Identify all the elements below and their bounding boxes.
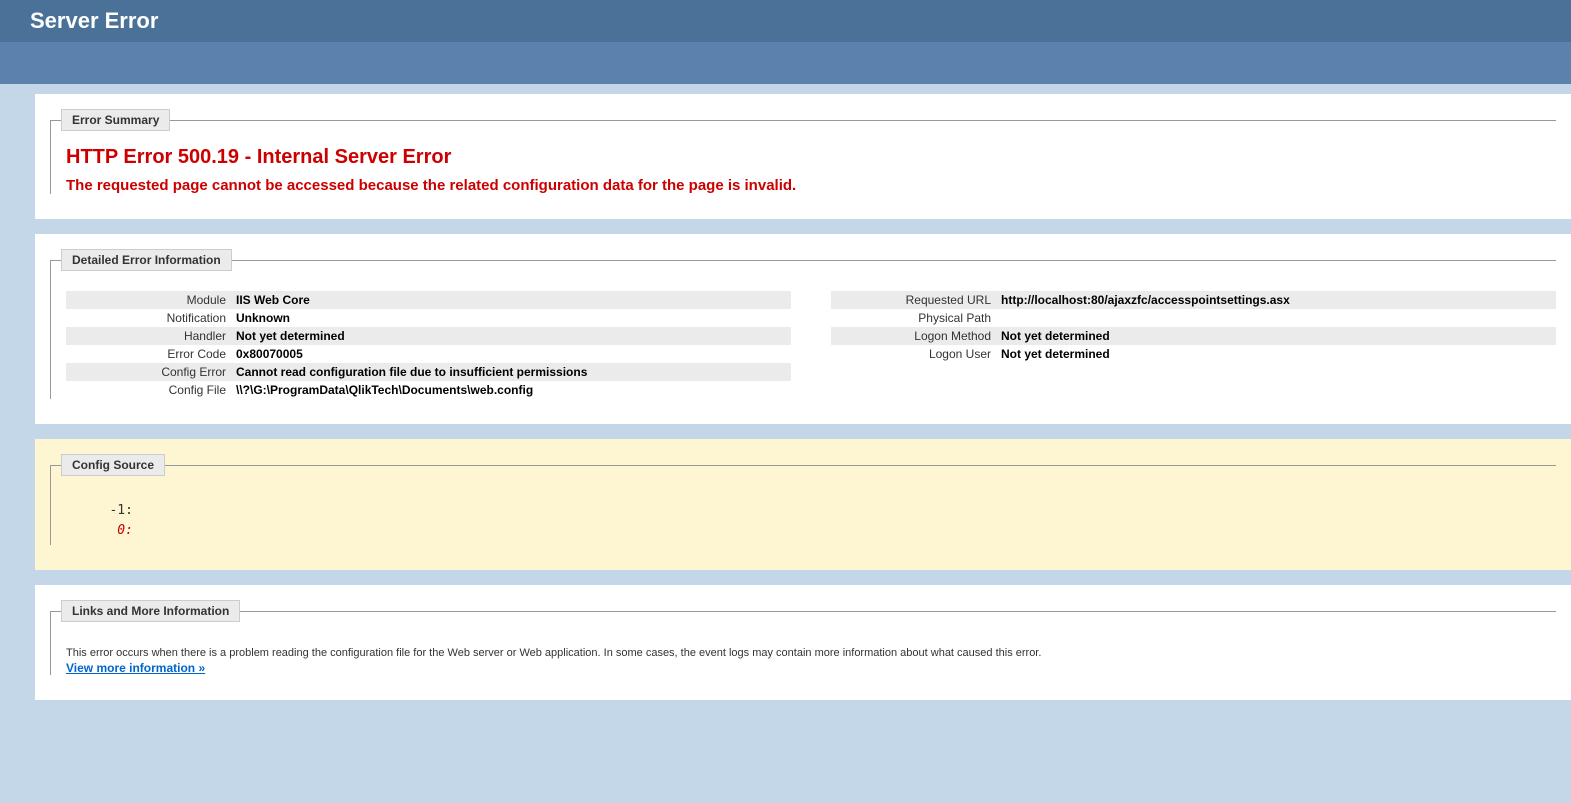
- detail-row: Logon UserNot yet determined: [831, 345, 1556, 363]
- detail-label: Notification: [66, 311, 236, 325]
- header-bar: Server Error: [0, 0, 1571, 84]
- header-spacer: [0, 42, 1571, 84]
- detail-label: Module: [66, 293, 236, 307]
- detail-value: \\?\G:\ProgramData\QlikTech\Documents\we…: [236, 383, 791, 397]
- detail-value: [1001, 311, 1556, 325]
- detail-col-right: Requested URLhttp://localhost:80/ajaxzfc…: [831, 291, 1556, 399]
- links-info-fieldset: Links and More Information This error oc…: [50, 600, 1556, 675]
- detail-value: 0x80070005: [236, 347, 791, 361]
- detailed-error-panel: Detailed Error Information ModuleIIS Web…: [35, 234, 1571, 424]
- error-summary-legend: Error Summary: [61, 109, 170, 131]
- detail-row: NotificationUnknown: [66, 309, 791, 327]
- detail-value: IIS Web Core: [236, 293, 791, 307]
- links-info-legend: Links and More Information: [61, 600, 240, 622]
- detailed-error-fieldset: Detailed Error Information ModuleIIS Web…: [50, 249, 1556, 399]
- config-line: 0:: [86, 521, 1536, 541]
- detail-label: Logon User: [831, 347, 1001, 361]
- detail-value: Unknown: [236, 311, 791, 325]
- page-title: Server Error: [0, 0, 1571, 42]
- error-title: HTTP Error 500.19 - Internal Server Erro…: [66, 146, 1556, 169]
- detail-label: Logon Method: [831, 329, 1001, 343]
- error-subtitle: The requested page cannot be accessed be…: [66, 177, 1556, 194]
- links-info-panel: Links and More Information This error oc…: [35, 585, 1571, 700]
- links-info-text: This error occurs when there is a proble…: [66, 637, 1556, 661]
- detail-label: Handler: [66, 329, 236, 343]
- config-source-legend: Config Source: [61, 454, 165, 476]
- detail-columns: ModuleIIS Web CoreNotificationUnknownHan…: [66, 286, 1556, 399]
- detail-col-left: ModuleIIS Web CoreNotificationUnknownHan…: [66, 291, 791, 399]
- detail-label: Config Error: [66, 365, 236, 379]
- detail-label: Config File: [66, 383, 236, 397]
- detail-row: Logon MethodNot yet determined: [831, 327, 1556, 345]
- detail-label: Physical Path: [831, 311, 1001, 325]
- view-more-link[interactable]: View more information »: [66, 661, 205, 675]
- error-summary-fieldset: Error Summary HTTP Error 500.19 - Intern…: [50, 109, 1556, 194]
- config-source-body: -1: 0:: [66, 491, 1556, 545]
- detail-row: Error Code0x80070005: [66, 345, 791, 363]
- content-wrap: Error Summary HTTP Error 500.19 - Intern…: [0, 84, 1571, 725]
- error-summary-panel: Error Summary HTTP Error 500.19 - Intern…: [35, 94, 1571, 219]
- detail-value: Cannot read configuration file due to in…: [236, 365, 791, 379]
- config-source-fieldset: Config Source -1: 0:: [50, 454, 1556, 545]
- detailed-error-legend: Detailed Error Information: [61, 249, 232, 271]
- detail-label: Requested URL: [831, 293, 1001, 307]
- config-line: -1:: [86, 501, 1536, 521]
- detail-value: http://localhost:80/ajaxzfc/accesspoints…: [1001, 293, 1556, 307]
- detail-value: Not yet determined: [236, 329, 791, 343]
- detail-row: Requested URLhttp://localhost:80/ajaxzfc…: [831, 291, 1556, 309]
- detail-row: ModuleIIS Web Core: [66, 291, 791, 309]
- detail-value: Not yet determined: [1001, 347, 1556, 361]
- detail-value: Not yet determined: [1001, 329, 1556, 343]
- detail-label: Error Code: [66, 347, 236, 361]
- detail-row: HandlerNot yet determined: [66, 327, 791, 345]
- config-source-panel: Config Source -1: 0:: [35, 439, 1571, 570]
- detail-row: Physical Path: [831, 309, 1556, 327]
- detail-row: Config File\\?\G:\ProgramData\QlikTech\D…: [66, 381, 791, 399]
- detail-row: Config ErrorCannot read configuration fi…: [66, 363, 791, 381]
